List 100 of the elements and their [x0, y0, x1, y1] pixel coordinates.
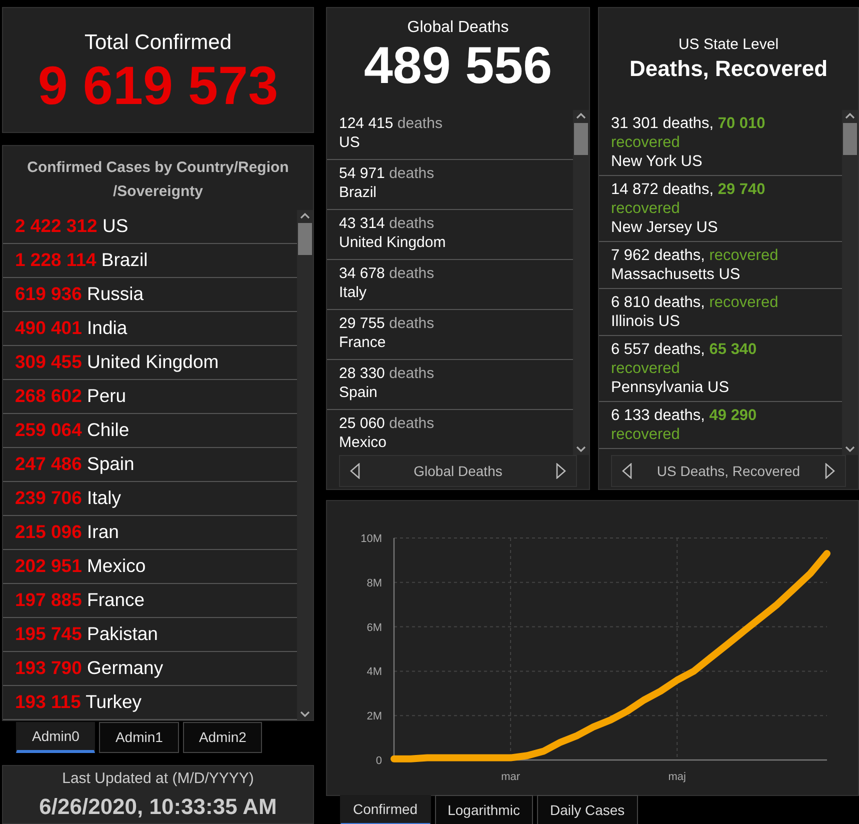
recovered-label: recovered	[611, 425, 681, 444]
tab[interactable]: Admin1	[99, 722, 179, 752]
total-confirmed-value: 9 619 573	[36, 58, 280, 112]
country-name: US	[102, 214, 128, 236]
country-name: India	[87, 316, 128, 338]
country-name: Russia	[87, 282, 144, 304]
country-name: Turkey	[86, 690, 142, 712]
axis-tick-label: 10M	[360, 533, 382, 545]
case-count: 259 064	[15, 418, 82, 440]
country-name: Pakistan	[87, 622, 158, 644]
case-count: 247 486	[15, 452, 82, 474]
scrollbar-thumb[interactable]	[574, 123, 588, 155]
axis-tick-label: 0	[376, 755, 382, 767]
case-count: 197 885	[15, 588, 82, 610]
country-name: US	[696, 219, 718, 236]
scrollbar[interactable]	[297, 210, 313, 720]
pager-label: US Deaths, Recovered	[656, 462, 800, 480]
state-name: New Jersey	[611, 219, 692, 236]
recovered-count: 49 290	[709, 407, 757, 424]
tab[interactable]: Daily Cases	[536, 795, 638, 824]
next-icon[interactable]	[556, 463, 566, 479]
last-updated-label: Last Updated at (M/D/YYYY)	[61, 768, 255, 788]
scrollbar[interactable]	[573, 110, 589, 455]
death-count: 31 301 deaths,	[611, 115, 714, 132]
tab[interactable]: Confirmed	[340, 795, 431, 824]
country-name: France	[87, 588, 145, 610]
death-count: 43 314	[339, 215, 385, 232]
country-name: US	[680, 153, 702, 170]
pager-label: Global Deaths	[414, 462, 502, 480]
country-name: US	[708, 379, 730, 396]
previous-icon[interactable]	[350, 463, 360, 479]
deaths-label: deaths	[389, 315, 434, 332]
country-name: Mexico	[87, 554, 146, 576]
deaths-label: deaths	[397, 115, 442, 132]
last-updated-value: 6/26/2020, 10:33:35 AM	[38, 793, 278, 821]
scroll-up-icon[interactable]	[845, 112, 855, 119]
tab[interactable]: Admin2	[182, 722, 262, 752]
country-name: Brazil	[101, 248, 148, 270]
axis-tick-label: 6M	[366, 622, 382, 634]
death-count: 7 962 deaths,	[611, 247, 705, 264]
scrollbar-thumb[interactable]	[843, 123, 857, 155]
scroll-down-icon[interactable]	[845, 446, 855, 453]
case-count: 195 745	[15, 622, 82, 644]
state-name: New York	[611, 153, 676, 170]
axis-tick-label: mar	[501, 771, 520, 783]
country-name: Spain	[339, 383, 378, 402]
country-name: Italy	[87, 486, 121, 508]
tab[interactable]: Admin0	[16, 722, 96, 752]
deaths-label: deaths	[389, 365, 434, 382]
axis-tick-label: maj	[668, 771, 686, 783]
scrollbar[interactable]	[842, 110, 858, 455]
case-count: 193 790	[15, 656, 82, 678]
axis-tick-label: 4M	[366, 666, 382, 678]
next-icon[interactable]	[825, 463, 835, 479]
death-count: 124 415	[339, 115, 394, 132]
scroll-down-icon[interactable]	[576, 446, 586, 453]
scroll-up-icon[interactable]	[300, 212, 310, 218]
case-count: 268 602	[15, 384, 82, 406]
global-deaths-value: 489 556	[363, 40, 553, 92]
deaths-label: deaths	[389, 165, 434, 182]
case-count: 490 401	[15, 316, 82, 338]
case-count: 619 936	[15, 282, 82, 304]
case-count: 239 706	[15, 486, 82, 508]
state-name: Pennsylvania	[611, 379, 704, 396]
scroll-up-icon[interactable]	[576, 112, 586, 119]
case-count: 1 228 114	[15, 248, 96, 270]
axis-tick-label: 2M	[366, 710, 382, 723]
country-name: Germany	[87, 656, 164, 678]
panel-subtitle: US State Level	[677, 35, 780, 55]
death-count: 6 810 deaths,	[611, 294, 705, 311]
panel-title: Global Deaths	[406, 18, 510, 38]
recovered-label: recovered	[611, 199, 681, 218]
tab[interactable]: Logarithmic	[434, 795, 533, 824]
panel-title: Deaths, Recovered	[628, 56, 829, 81]
recovered-count: 70 010	[718, 115, 766, 132]
axis-tick-label: 8M	[366, 577, 382, 590]
recovered-label: recovered	[709, 294, 778, 311]
state-name: Massachusetts	[611, 266, 714, 283]
country-name: Mexico	[339, 433, 388, 452]
recovered-count: 29 740	[718, 181, 766, 198]
country-name: US	[339, 133, 361, 152]
case-count: 215 096	[15, 520, 82, 542]
scrollbar-thumb[interactable]	[298, 222, 312, 254]
panel-title: Total Confirmed	[83, 30, 233, 56]
death-count: 25 060	[339, 415, 385, 432]
scroll-down-icon[interactable]	[300, 710, 310, 718]
case-count: 2 422 312	[15, 214, 98, 236]
death-count: 14 872 deaths,	[611, 181, 714, 198]
country-name: US	[658, 313, 680, 330]
panel-title: Confirmed Cases by Country/Region /Sovereignty	[26, 158, 290, 202]
recovered-label: recovered	[611, 359, 681, 378]
death-count: 6 557 deaths,	[611, 341, 705, 358]
recovered-count: 65 340	[709, 341, 757, 358]
deaths-label: deaths	[389, 215, 434, 232]
country-name: Chile	[87, 418, 130, 440]
country-name: United Kingdom	[339, 233, 447, 252]
deaths-label: deaths	[389, 265, 434, 282]
previous-icon[interactable]	[622, 463, 632, 479]
country-name: Brazil	[339, 183, 378, 202]
death-count: 6 133 deaths,	[611, 407, 705, 424]
